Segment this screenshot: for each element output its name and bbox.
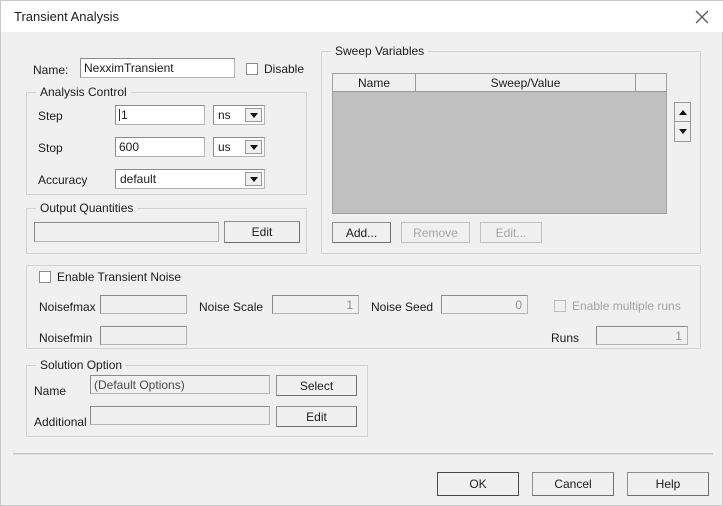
sweep-edit-button: Edit... bbox=[480, 222, 542, 243]
name-input[interactable]: NexximTransient bbox=[80, 58, 235, 78]
step-unit-value: ns bbox=[218, 108, 231, 122]
runs-input[interactable]: 1 bbox=[596, 326, 688, 345]
sweep-order-spinner[interactable] bbox=[674, 102, 691, 142]
noise-scale-input[interactable]: 1 bbox=[272, 295, 359, 314]
enable-transient-noise-checkbox-box bbox=[39, 271, 51, 283]
arrow-up-icon[interactable] bbox=[675, 103, 690, 122]
enable-multiple-runs-checkbox[interactable]: Enable multiple runs bbox=[554, 299, 681, 313]
output-quantities-title: Output Quantities bbox=[36, 201, 138, 215]
solution-name-label: Name bbox=[34, 384, 67, 398]
disable-checkbox-label: Disable bbox=[264, 62, 305, 76]
solution-name-input[interactable]: (Default Options) bbox=[90, 375, 270, 394]
noisefmin-input[interactable] bbox=[100, 326, 187, 345]
sweep-column-name[interactable]: Name bbox=[333, 74, 416, 91]
close-icon[interactable] bbox=[680, 1, 723, 32]
enable-multiple-runs-checkbox-box bbox=[554, 300, 566, 312]
enable-transient-noise-checkbox[interactable]: Enable Transient Noise bbox=[39, 270, 181, 284]
disable-checkbox-box bbox=[246, 63, 258, 75]
arrow-down-icon[interactable] bbox=[675, 122, 690, 141]
chevron-down-icon[interactable] bbox=[245, 172, 262, 186]
sweep-variables-title: Sweep Variables bbox=[331, 44, 429, 58]
title-bar: Transient Analysis bbox=[1, 1, 723, 32]
stop-label: Stop bbox=[38, 141, 63, 155]
window-title: Transient Analysis bbox=[14, 9, 120, 24]
sweep-add-button[interactable]: Add... bbox=[332, 222, 391, 243]
analysis-control-title: Analysis Control bbox=[36, 85, 131, 99]
solution-additional-label: Additional bbox=[34, 415, 87, 429]
enable-multiple-runs-label: Enable multiple runs bbox=[572, 299, 681, 313]
sweep-column-sweep-value[interactable]: Sweep/Value bbox=[416, 74, 636, 91]
step-unit-combo[interactable]: ns bbox=[213, 105, 265, 125]
enable-transient-noise-label: Enable Transient Noise bbox=[57, 270, 182, 284]
solution-select-button[interactable]: Select bbox=[276, 375, 357, 396]
ok-button[interactable]: OK bbox=[437, 472, 519, 496]
noisefmax-input[interactable] bbox=[100, 295, 187, 314]
step-input[interactable]: 1 bbox=[115, 105, 205, 125]
runs-label: Runs bbox=[551, 331, 580, 345]
sweep-table-header: Name Sweep/Value bbox=[333, 74, 666, 92]
disable-checkbox[interactable]: Disable bbox=[246, 62, 304, 76]
transient-analysis-dialog: Transient Analysis Name: NexximTransient… bbox=[0, 0, 723, 506]
sweep-table-body[interactable] bbox=[333, 92, 666, 213]
accuracy-combo[interactable]: default bbox=[115, 169, 265, 189]
noise-scale-label: Noise Scale bbox=[199, 300, 264, 314]
solution-additional-input[interactable] bbox=[90, 406, 270, 425]
step-input-value: 1 bbox=[121, 108, 128, 122]
output-quantities-input[interactable] bbox=[34, 222, 219, 242]
help-button[interactable]: Help bbox=[627, 472, 709, 496]
noisefmin-label: Noisefmin bbox=[39, 331, 93, 345]
sweep-column-extra[interactable] bbox=[636, 74, 666, 91]
chevron-down-icon[interactable] bbox=[245, 140, 262, 154]
footer-separator bbox=[13, 453, 713, 455]
accuracy-value: default bbox=[120, 172, 157, 186]
stop-unit-combo[interactable]: us bbox=[213, 137, 265, 157]
accuracy-label: Accuracy bbox=[38, 173, 88, 187]
step-label: Step bbox=[38, 109, 63, 123]
stop-unit-value: us bbox=[218, 140, 231, 154]
sweep-variables-table[interactable]: Name Sweep/Value bbox=[332, 73, 667, 214]
output-quantities-edit-button[interactable]: Edit bbox=[224, 221, 300, 243]
chevron-down-icon[interactable] bbox=[245, 108, 262, 122]
stop-input[interactable]: 600 bbox=[115, 137, 205, 157]
noise-seed-label: Noise Seed bbox=[371, 300, 434, 314]
noise-seed-input[interactable]: 0 bbox=[441, 295, 528, 314]
text-caret bbox=[119, 109, 120, 121]
noisefmax-label: Noisefmax bbox=[39, 300, 96, 314]
name-label: Name: bbox=[33, 63, 69, 77]
solution-option-title: Solution Option bbox=[36, 358, 127, 372]
cancel-button[interactable]: Cancel bbox=[532, 472, 614, 496]
solution-additional-edit-button[interactable]: Edit bbox=[276, 406, 357, 427]
sweep-remove-button: Remove bbox=[401, 222, 470, 243]
